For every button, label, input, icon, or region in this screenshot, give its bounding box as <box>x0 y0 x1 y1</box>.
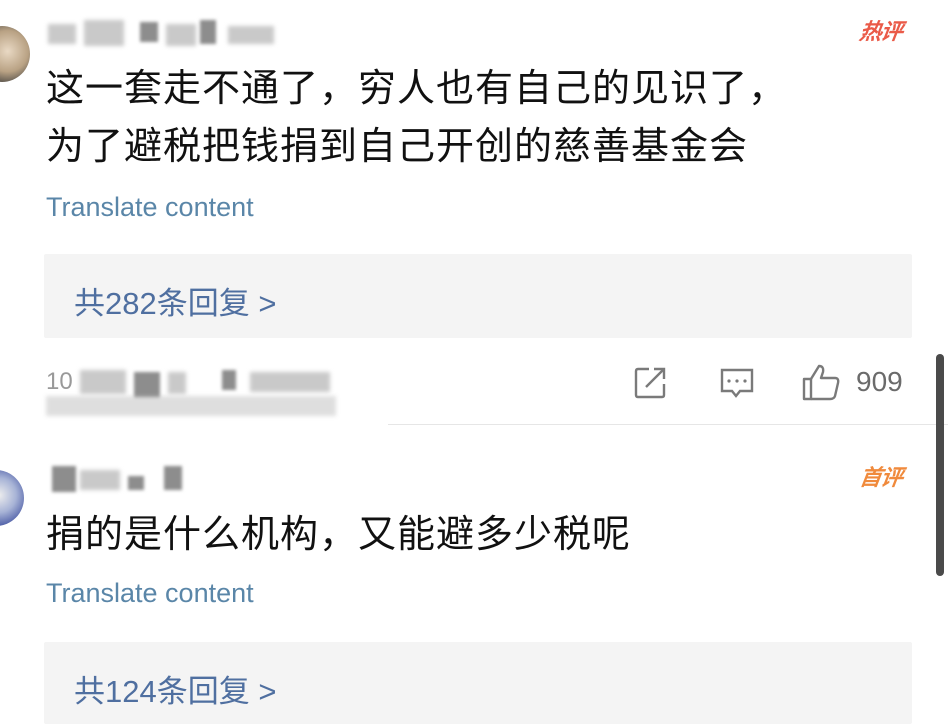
view-replies-button[interactable]: 共124条回复 > <box>44 642 912 724</box>
first-comment-badge: 首评 <box>857 466 904 491</box>
like-icon[interactable] <box>800 362 842 402</box>
replies-count-label: 共124条回复 > <box>74 674 277 709</box>
replies-count-label: 共282条回复 > <box>74 286 277 321</box>
comment-item: 热评 这一套走不通了，穷人也有自己的见识了， 为了避税把钱捐到自己开创的慈善基金… <box>0 0 948 420</box>
share-icon[interactable] <box>632 365 668 401</box>
divider <box>388 424 948 425</box>
scrollbar[interactable] <box>936 354 944 576</box>
translate-link[interactable]: Translate content <box>46 578 254 609</box>
comment-text-line: 这一套走不通了，穷人也有自己的见识了， <box>46 66 788 110</box>
hot-comment-badge: 热评 <box>857 20 904 45</box>
like-count: 909 <box>856 366 903 397</box>
view-replies-button[interactable]: 共282条回复 > <box>44 254 912 338</box>
translate-link[interactable]: Translate content <box>46 192 254 223</box>
timestamp-fragment: 10 <box>46 368 73 395</box>
comment-icon[interactable] <box>718 365 756 401</box>
comment-text-line: 捐的是什么机构，又能避多少税呢 <box>46 512 632 556</box>
avatar[interactable] <box>0 26 30 82</box>
comment-text-line: 为了避税把钱捐到自己开创的慈善基金会 <box>46 124 749 168</box>
